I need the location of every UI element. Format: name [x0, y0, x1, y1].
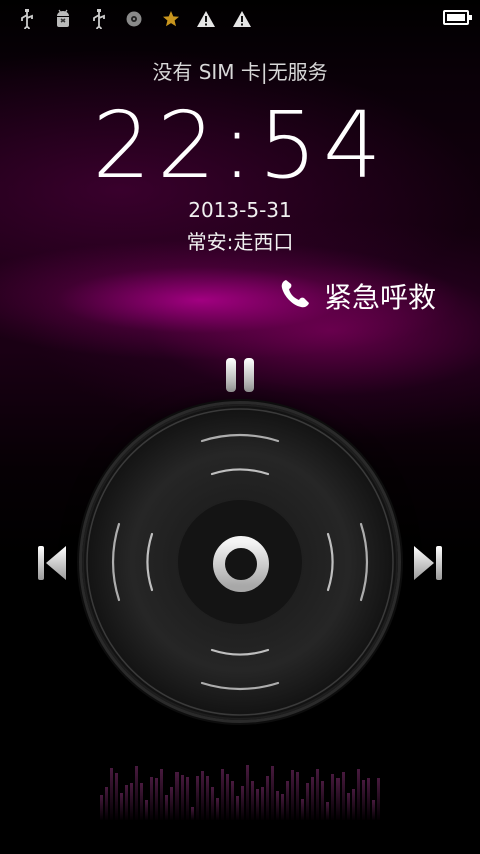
visualizer-bar: [120, 793, 124, 820]
visualizer-bar: [276, 791, 280, 820]
visualizer-bar: [140, 783, 144, 820]
visualizer-bar: [135, 766, 139, 820]
visualizer-bar: [155, 778, 159, 820]
visualizer-bar: [115, 773, 119, 820]
visualizer-bar: [331, 774, 335, 820]
visualizer-bar: [371, 800, 375, 820]
visualizer-bar: [100, 795, 104, 820]
visualizer-bar: [281, 794, 285, 820]
visualizer-bar: [301, 799, 305, 820]
lockscreen-clock: 22:54: [92, 92, 388, 199]
play-button[interactable]: [212, 535, 270, 593]
visualizer-bar: [165, 795, 169, 820]
visualizer-bar: [346, 793, 350, 820]
visualizer-bar: [266, 776, 270, 820]
usb-icon: [89, 9, 109, 29]
battery-level-fill: [447, 14, 465, 21]
visualizer-bar: [255, 789, 259, 820]
visualizer-bar: [145, 800, 149, 820]
visualizer-bar: [230, 781, 234, 820]
android-debug-icon: [53, 9, 73, 29]
visualizer-bar: [105, 787, 109, 820]
visualizer-bar: [110, 768, 114, 820]
visualizer-bar: [205, 776, 209, 820]
visualizer-bar: [356, 769, 360, 820]
phone-icon: [278, 277, 312, 315]
next-track-button[interactable]: [411, 543, 445, 583]
visualizer-bar: [291, 770, 295, 820]
visualizer-bar: [195, 776, 199, 820]
visualizer-bar: [185, 777, 189, 820]
carrier-status-text: 没有 SIM 卡|无服务: [152, 60, 328, 84]
media-disc-icon: [124, 9, 144, 29]
visualizer-bar: [250, 781, 254, 820]
visualizer-bar: [150, 777, 154, 820]
visualizer-bar: [160, 769, 164, 820]
visualizer-bar: [311, 777, 315, 820]
visualizer-bar: [326, 802, 330, 820]
audio-visualizer: [100, 760, 380, 820]
star-icon: [161, 9, 181, 29]
status-bar: [0, 0, 480, 38]
visualizer-bar: [271, 766, 275, 820]
visualizer-bar: [180, 775, 184, 820]
emergency-call-label: 紧急呼救: [324, 281, 437, 314]
visualizer-bar: [235, 796, 239, 820]
battery-icon: [443, 10, 472, 25]
visualizer-bar: [125, 785, 129, 820]
visualizer-bar: [296, 772, 300, 820]
visualizer-bar: [341, 772, 345, 820]
visualizer-bar: [316, 769, 320, 820]
visualizer-bar: [245, 765, 249, 820]
visualizer-bar: [220, 769, 224, 820]
now-playing-text: 常安:走西口: [186, 230, 294, 254]
visualizer-bar: [351, 789, 355, 820]
emergency-call-button[interactable]: 紧急呼救: [278, 276, 436, 316]
visualizer-bar: [240, 786, 244, 820]
visualizer-bar: [130, 783, 134, 820]
visualizer-bar: [321, 781, 325, 820]
visualizer-bar: [210, 787, 214, 820]
visualizer-bar: [190, 807, 194, 820]
visualizer-bar: [261, 787, 265, 820]
visualizer-bar: [215, 798, 219, 820]
visualizer-bar: [366, 778, 370, 820]
visualizer-bar: [376, 778, 380, 820]
visualizer-bar: [306, 783, 310, 820]
previous-track-button[interactable]: [35, 543, 69, 583]
warning-icon: [196, 9, 216, 29]
visualizer-bar: [200, 771, 204, 820]
visualizer-bar: [286, 781, 290, 820]
pause-button[interactable]: [223, 357, 257, 393]
usb-icon: [17, 9, 37, 29]
lockscreen-date: 2013-5-31: [188, 198, 292, 222]
visualizer-bar: [170, 787, 174, 820]
visualizer-bar: [225, 774, 229, 820]
visualizer-bar: [361, 780, 365, 820]
warning-icon: [232, 9, 252, 29]
visualizer-bar: [336, 778, 340, 820]
visualizer-bar: [175, 772, 179, 820]
